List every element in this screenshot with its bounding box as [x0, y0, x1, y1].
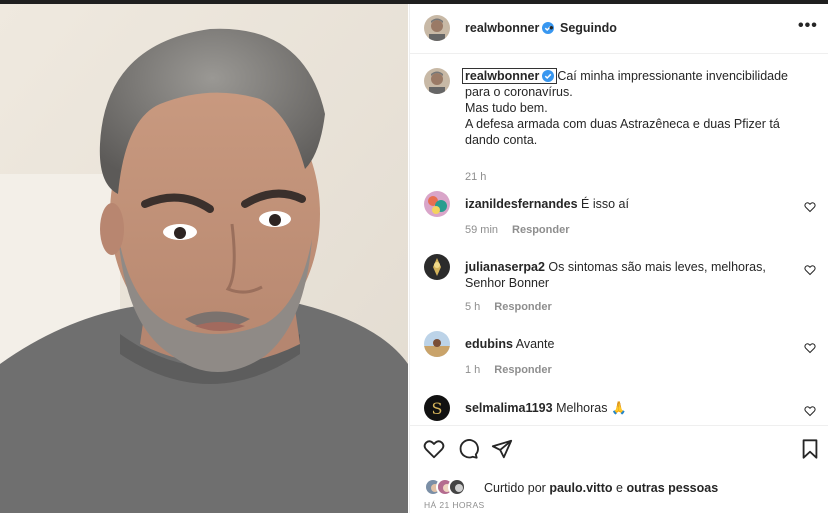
verified-icon	[542, 70, 555, 82]
commenter-username[interactable]: selmalima1193	[465, 401, 553, 415]
post-image[interactable]	[0, 4, 408, 513]
comment-text: edubins Avante	[465, 336, 795, 352]
post-timestamp[interactable]: HÁ 21 HORAS	[424, 500, 485, 510]
bookmark-icon[interactable]	[799, 438, 821, 460]
commenter-username[interactable]: izanildesfernandes	[465, 197, 578, 211]
caption-time[interactable]: 21 h	[465, 171, 486, 183]
comment-time[interactable]: 59 min	[465, 224, 498, 236]
caption-line-3: A defesa armada com duas Astrazêneca e d…	[465, 117, 780, 147]
like-comment-heart-icon[interactable]	[804, 405, 816, 417]
like-comment-heart-icon[interactable]	[804, 201, 816, 213]
comment-text: selmalima1193 Melhoras 🙏	[465, 400, 795, 416]
reply-button[interactable]: Responder	[494, 364, 551, 376]
post-side-panel: realwbonner • Seguindo ••• realwbonner Ca…	[409, 4, 828, 513]
comment-body: Avante	[515, 337, 555, 351]
commenter-avatar[interactable]: S	[424, 395, 450, 421]
caption-avatar[interactable]	[424, 68, 450, 94]
commenter-avatar[interactable]	[424, 191, 450, 217]
other-likers-link[interactable]: outras pessoas	[626, 481, 718, 495]
author-avatar[interactable]	[424, 15, 450, 41]
svg-text:S: S	[432, 399, 443, 418]
comment-text: izanildesfernandes É isso aí	[465, 196, 795, 212]
reply-button[interactable]: Responder	[512, 224, 569, 236]
comment-meta: 5 h Responder	[465, 301, 552, 313]
commenter-avatar[interactable]	[424, 331, 450, 357]
author-username[interactable]: realwbonner	[465, 21, 555, 35]
commenter-avatar[interactable]	[424, 254, 450, 280]
commenter-username[interactable]: julianaserpa2	[465, 260, 545, 274]
action-bar: Curtido por paulo.vitto e outras pessoas…	[410, 425, 828, 513]
comment-text: julianaserpa2 Os sintomas são mais leves…	[465, 259, 795, 291]
commenter-username[interactable]: edubins	[465, 337, 513, 351]
comment-body: É isso aí	[581, 197, 629, 211]
comment-time[interactable]: 5 h	[465, 301, 480, 313]
liker-avatar[interactable]	[448, 478, 466, 496]
liked-by-text: Curtido por paulo.vitto e outras pessoas	[484, 481, 719, 495]
share-icon[interactable]	[491, 438, 513, 460]
comment-body: Melhoras	[556, 401, 608, 415]
like-comment-heart-icon[interactable]	[804, 342, 816, 354]
heart-icon[interactable]	[423, 438, 445, 460]
liker-username[interactable]: paulo.vitto	[549, 481, 612, 495]
post-photo	[0, 4, 408, 513]
caption-text: realwbonner Caí minha impressionante inve…	[462, 68, 815, 148]
separator-dot: •	[549, 20, 554, 35]
comment-icon[interactable]	[457, 438, 479, 460]
reply-button[interactable]: Responder	[494, 301, 551, 313]
comment-meta: 59 min Responder	[465, 224, 570, 236]
comment-time[interactable]: 1 h	[465, 364, 480, 376]
following-button[interactable]: Seguindo	[560, 21, 617, 35]
post-header: realwbonner • Seguindo •••	[410, 4, 828, 54]
comment-meta: 1 h Responder	[465, 364, 552, 376]
more-options-icon[interactable]: •••	[798, 17, 818, 35]
comments-list[interactable]: realwbonner Caí minha impressionante inve…	[410, 55, 828, 425]
pray-emoji: 🙏	[610, 401, 627, 415]
caption-username[interactable]: realwbonner	[462, 68, 558, 84]
like-comment-heart-icon[interactable]	[804, 264, 816, 276]
caption-line-2: Mas tudo bem.	[465, 101, 548, 115]
